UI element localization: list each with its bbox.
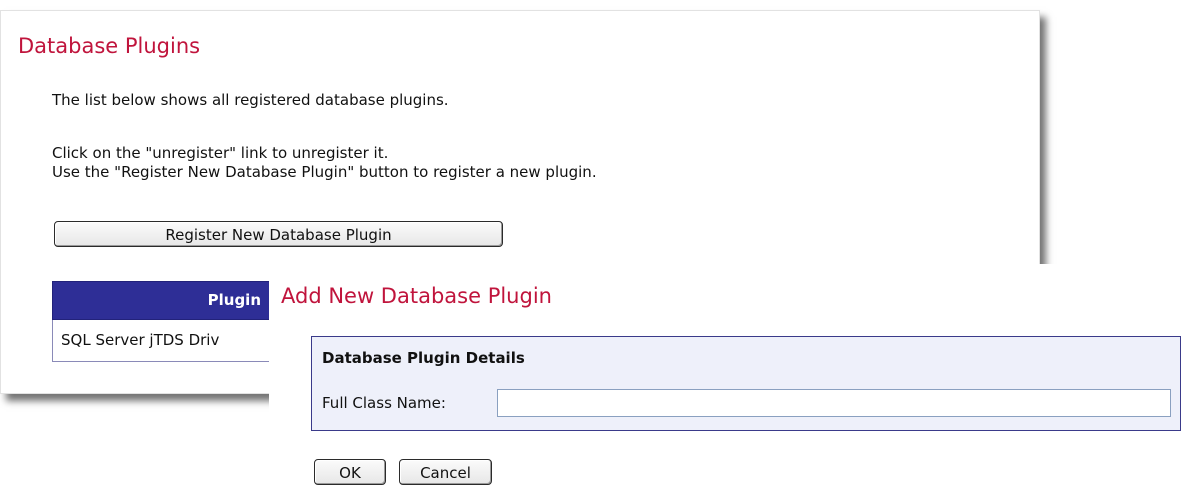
add-new-database-plugin-panel: Add New Database Plugin Database Plugin …	[269, 264, 1193, 504]
intro-text: The list below shows all registered data…	[52, 91, 449, 109]
database-plugin-details-section: Database Plugin Details Full Class Name:	[311, 336, 1181, 431]
page-title: Database Plugins	[18, 34, 201, 58]
section-title: Database Plugin Details	[322, 349, 525, 367]
full-class-name-input[interactable]	[497, 389, 1171, 417]
full-class-name-label: Full Class Name:	[322, 394, 446, 412]
plugin-name-cell: SQL Server jTDS Driv	[61, 331, 220, 349]
help-text-register: Use the "Register New Database Plugin" b…	[52, 163, 597, 181]
dialog-title: Add New Database Plugin	[281, 284, 552, 308]
register-new-database-plugin-button[interactable]: Register New Database Plugin	[54, 221, 503, 247]
cancel-button[interactable]: Cancel	[399, 459, 492, 485]
help-text-unregister: Click on the "unregister" link to unregi…	[52, 144, 389, 162]
column-header-plugin[interactable]: Plugin	[208, 291, 261, 309]
ok-button[interactable]: OK	[314, 459, 386, 485]
screenshot-stage: Database Plugins The list below shows al…	[0, 0, 1193, 504]
